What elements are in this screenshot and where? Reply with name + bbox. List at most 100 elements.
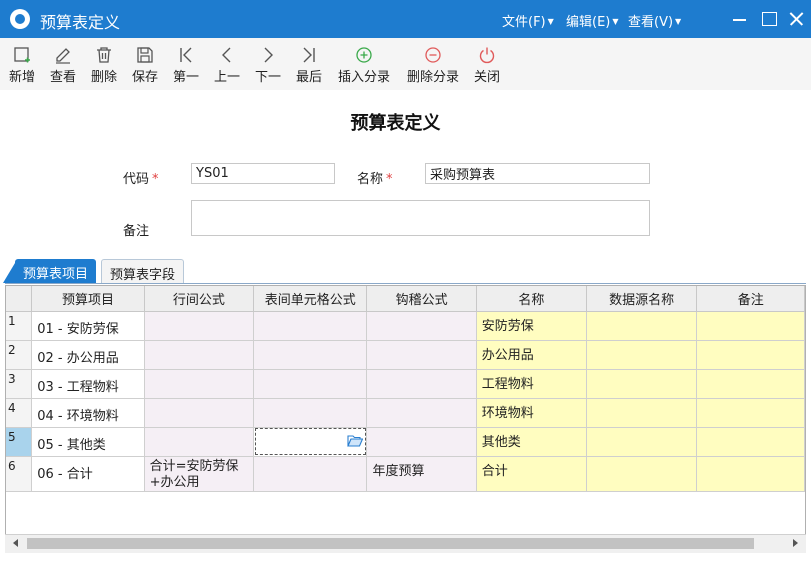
col-header-name[interactable]: 名称 bbox=[476, 286, 587, 312]
delete-button[interactable]: 删除 bbox=[88, 42, 120, 88]
col-header-note[interactable]: 备注 bbox=[696, 286, 805, 312]
menu-file[interactable]: 文件(F) ▼ bbox=[502, 11, 554, 30]
cell-source[interactable] bbox=[586, 369, 698, 399]
budget-grid[interactable]: 预算项目 行间公式 表间单元格公式 钩稽公式 名称 数据源名称 备注 1 01 … bbox=[5, 285, 806, 553]
col-header-source[interactable]: 数据源名称 bbox=[586, 286, 698, 312]
cell-name[interactable]: 工程物料 bbox=[476, 369, 587, 399]
cell-check-formula[interactable]: 年度预算 bbox=[366, 456, 477, 492]
next-button[interactable]: 下一 bbox=[252, 42, 284, 88]
cell-item[interactable]: 03 - 工程物料 bbox=[31, 369, 145, 399]
code-field[interactable] bbox=[191, 163, 335, 184]
grid-corner[interactable] bbox=[6, 286, 33, 312]
cell-check-formula[interactable] bbox=[366, 340, 477, 370]
last-button[interactable]: 最后 bbox=[293, 42, 325, 88]
cell-row-formula[interactable] bbox=[144, 398, 255, 428]
cell-check-formula[interactable] bbox=[366, 398, 477, 428]
minimize-icon[interactable] bbox=[729, 8, 751, 30]
table-row[interactable]: 6 06 - 合计 合计=安防劳保+办公用 年度预算 合计 bbox=[6, 456, 805, 492]
cell-name[interactable]: 安防劳保 bbox=[476, 311, 587, 341]
table-row[interactable]: 2 02 - 办公用品 办公用品 bbox=[6, 340, 805, 370]
trash-icon bbox=[97, 47, 111, 63]
row-number[interactable]: 4 bbox=[6, 398, 33, 428]
cell-source[interactable] bbox=[586, 340, 698, 370]
cell-cell-formula[interactable] bbox=[253, 369, 368, 399]
close-button-label: 关闭 bbox=[473, 70, 500, 85]
delete-entry-button[interactable]: 删除分录 bbox=[405, 42, 461, 88]
cell-cell-formula-focused[interactable] bbox=[253, 427, 368, 457]
cell-note[interactable] bbox=[696, 427, 805, 457]
maximize-icon[interactable] bbox=[758, 8, 780, 30]
menu-view[interactable]: 查看(V) ▼ bbox=[628, 11, 681, 30]
cell-source[interactable] bbox=[586, 398, 698, 428]
menu-edit[interactable]: 编辑(E) ▼ bbox=[566, 11, 619, 30]
scroll-right-icon[interactable] bbox=[793, 539, 798, 547]
cell-row-formula[interactable] bbox=[144, 311, 255, 341]
close-icon[interactable] bbox=[786, 8, 808, 30]
cell-note[interactable] bbox=[696, 311, 805, 341]
cell-source[interactable] bbox=[586, 456, 698, 492]
caret-down-icon: ▼ bbox=[612, 17, 619, 26]
add-button[interactable]: 新增 bbox=[6, 42, 38, 88]
cell-cell-formula[interactable] bbox=[253, 398, 368, 428]
row-number[interactable]: 6 bbox=[6, 456, 33, 492]
required-mark: * bbox=[386, 172, 393, 187]
cell-check-formula[interactable] bbox=[366, 427, 477, 457]
table-row[interactable]: 4 04 - 环境物料 环境物料 bbox=[6, 398, 805, 428]
cell-item[interactable]: 01 - 安防劳保 bbox=[31, 311, 145, 341]
first-button[interactable]: 第一 bbox=[170, 42, 202, 88]
row-number[interactable]: 3 bbox=[6, 369, 33, 399]
tab-budget-items[interactable]: 预算表项目 bbox=[15, 259, 97, 284]
cell-cell-formula[interactable] bbox=[253, 340, 368, 370]
add-icon bbox=[14, 47, 30, 63]
cell-item[interactable]: 04 - 环境物料 bbox=[31, 398, 145, 428]
cell-note[interactable] bbox=[696, 398, 805, 428]
save-button[interactable]: 保存 bbox=[129, 42, 161, 88]
note-field[interactable] bbox=[191, 200, 650, 236]
cell-note[interactable] bbox=[696, 340, 805, 370]
table-row[interactable]: 3 03 - 工程物料 工程物料 bbox=[6, 369, 805, 399]
row-number[interactable]: 1 bbox=[6, 311, 33, 341]
cell-cell-formula[interactable] bbox=[253, 311, 368, 341]
tab-budget-fields[interactable]: 预算表字段 bbox=[101, 259, 185, 284]
col-header-item[interactable]: 预算项目 bbox=[31, 286, 145, 312]
cell-row-formula[interactable] bbox=[144, 427, 255, 457]
cell-item[interactable]: 06 - 合计 bbox=[31, 456, 145, 492]
horizontal-scrollbar[interactable] bbox=[5, 534, 806, 553]
cell-name[interactable]: 环境物料 bbox=[476, 398, 587, 428]
grid-header-row: 预算项目 行间公式 表间单元格公式 钩稽公式 名称 数据源名称 备注 bbox=[6, 286, 805, 312]
col-header-row-formula[interactable]: 行间公式 bbox=[144, 286, 255, 312]
col-header-check-formula[interactable]: 钩稽公式 bbox=[366, 286, 477, 312]
cell-source[interactable] bbox=[586, 311, 698, 341]
cell-note[interactable] bbox=[696, 369, 805, 399]
name-field[interactable] bbox=[425, 163, 650, 184]
note-label: 备注 bbox=[123, 224, 150, 239]
next-icon bbox=[264, 47, 273, 63]
cell-source[interactable] bbox=[586, 427, 698, 457]
cell-check-formula[interactable] bbox=[366, 369, 477, 399]
cell-item[interactable]: 02 - 办公用品 bbox=[31, 340, 145, 370]
cell-name[interactable]: 办公用品 bbox=[476, 340, 587, 370]
cell-note[interactable] bbox=[696, 456, 805, 492]
cell-name[interactable]: 合计 bbox=[476, 456, 587, 492]
cell-name[interactable]: 其他类 bbox=[476, 427, 587, 457]
view-button[interactable]: 查看 bbox=[47, 42, 79, 88]
cell-row-formula[interactable] bbox=[144, 340, 255, 370]
insert-entry-button[interactable]: 插入分录 bbox=[336, 42, 392, 88]
table-row[interactable]: 1 01 - 安防劳保 安防劳保 bbox=[6, 311, 805, 341]
cell-check-formula[interactable] bbox=[366, 311, 477, 341]
prev-button-label: 上一 bbox=[213, 70, 240, 85]
prev-button[interactable]: 上一 bbox=[211, 42, 243, 88]
folder-open-icon[interactable] bbox=[347, 434, 364, 448]
row-number[interactable]: 2 bbox=[6, 340, 33, 370]
cell-row-formula[interactable]: 合计=安防劳保+办公用 bbox=[144, 456, 255, 492]
close-button[interactable]: 关闭 bbox=[471, 42, 503, 88]
cell-item[interactable]: 05 - 其他类 bbox=[31, 427, 145, 457]
scroll-left-icon[interactable] bbox=[13, 539, 18, 547]
col-header-cell-formula[interactable]: 表间单元格公式 bbox=[253, 286, 368, 312]
cell-cell-formula[interactable] bbox=[253, 456, 368, 492]
row-number[interactable]: 5 bbox=[6, 427, 33, 457]
cell-row-formula[interactable] bbox=[144, 369, 255, 399]
scrollbar-thumb[interactable] bbox=[27, 538, 754, 549]
view-button-label: 查看 bbox=[49, 70, 76, 85]
table-row-selected[interactable]: 5 05 - 其他类 其他类 bbox=[6, 427, 805, 457]
